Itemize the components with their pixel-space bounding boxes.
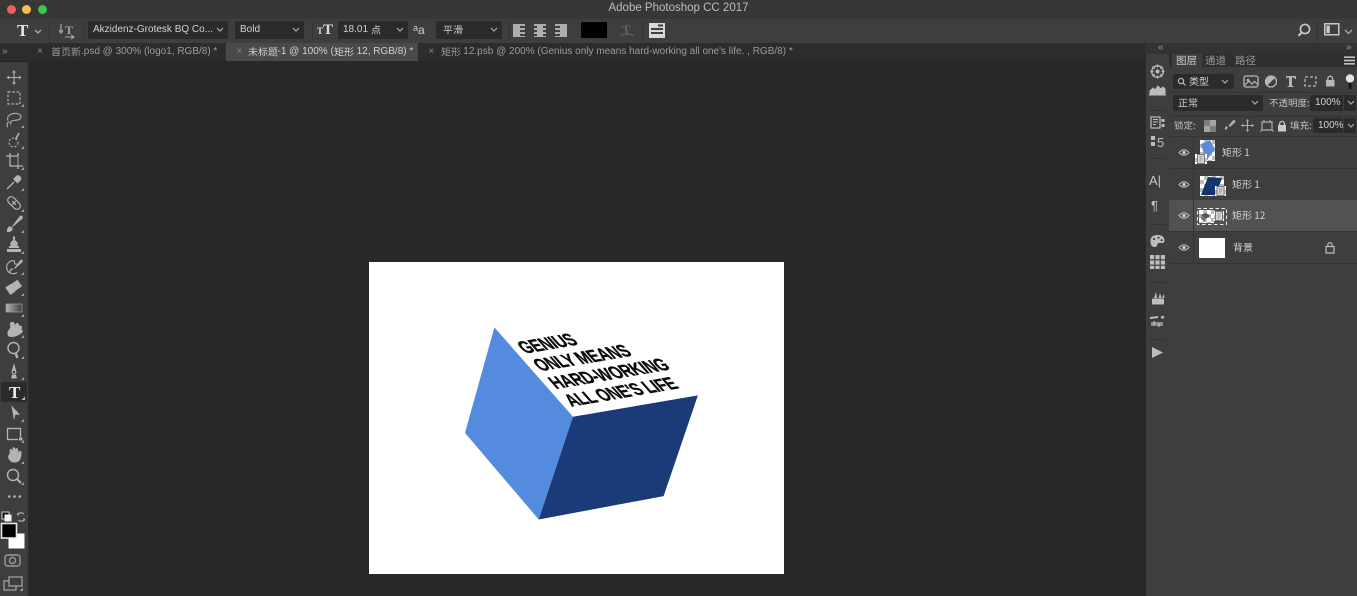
svg-text:5: 5	[1157, 135, 1164, 149]
